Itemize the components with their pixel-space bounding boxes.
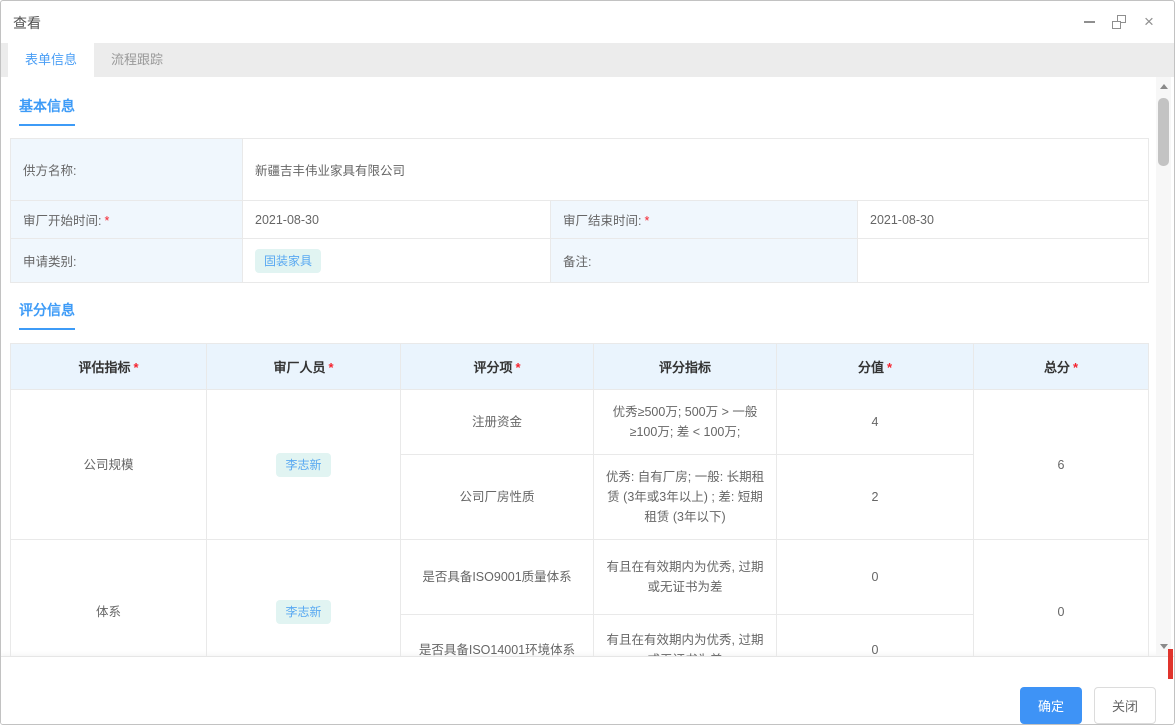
score-criteria-cell: 优秀≥500万; 500万 > 一般≥100万; 差 < 100万; [594, 390, 777, 455]
remark-value [858, 239, 1149, 283]
score-criteria-cell: 有且在有效期内为优秀, 过期或无证书为差 [594, 615, 777, 657]
auditor-tag: 李志新 [276, 453, 330, 477]
view-dialog: 查看 × 表单信息 流程跟踪 基本信息 供方名称: 新疆吉丰伟业家具有限公司 审… [0, 0, 1175, 725]
score-item-cell: 公司厂房性质 [401, 455, 594, 540]
score-value-cell: 4 [777, 390, 974, 455]
dialog-titlebar: 查看 × [1, 1, 1174, 43]
required-mark: * [104, 214, 109, 228]
tab-bar: 表单信息 流程跟踪 [1, 43, 1174, 77]
supplier-name-label: 供方名称: [11, 139, 243, 201]
dialog-title: 查看 [13, 13, 41, 33]
score-value-cell: 0 [777, 615, 974, 657]
dialog-footer: 确定 关闭 [1, 656, 1174, 725]
audit-start-value: 2021-08-30 [243, 201, 551, 239]
table-row: 体系 李志新 是否具备ISO9001质量体系 有且在有效期内为优秀, 过期或无证… [11, 540, 1149, 615]
auditor-cell: 李志新 [207, 390, 401, 540]
score-item-cell: 是否具备ISO14001环境体系 [401, 615, 594, 657]
restore-icon[interactable] [1112, 15, 1126, 29]
tab-process-tracking[interactable]: 流程跟踪 [94, 43, 180, 77]
total-score-cell: 0 [974, 540, 1149, 657]
remark-label: 备注: [551, 239, 858, 283]
eval-indicator-cell: 公司规模 [11, 390, 207, 540]
audit-end-label: 审厂结束时间:* [551, 201, 858, 239]
total-score-cell: 6 [974, 390, 1149, 540]
col-score-item: 评分项* [401, 344, 594, 390]
scoring-table: 评估指标* 审厂人员* 评分项* 评分指标 分值* 总分* 公司规模 李志新 注… [10, 343, 1149, 656]
table-row: 公司规模 李志新 注册资金 优秀≥500万; 500万 > 一般≥100万; 差… [11, 390, 1149, 455]
col-auditor: 审厂人员* [207, 344, 401, 390]
basic-info-table: 供方名称: 新疆吉丰伟业家具有限公司 审厂开始时间:* 2021-08-30 审… [10, 138, 1149, 283]
scoring-section-title: 评分信息 [19, 300, 75, 330]
auditor-tag: 李志新 [276, 600, 330, 624]
apply-category-label: 申请类别: [11, 239, 243, 283]
form-content: 基本信息 供方名称: 新疆吉丰伟业家具有限公司 审厂开始时间:* 2021-08… [1, 77, 1174, 656]
score-item-cell: 注册资金 [401, 390, 594, 455]
table-header-row: 评估指标* 审厂人员* 评分项* 评分指标 分值* 总分* [11, 344, 1149, 390]
table-row: 审厂开始时间:* 2021-08-30 审厂结束时间:* 2021-08-30 [11, 201, 1149, 239]
tab-form-info[interactable]: 表单信息 [8, 43, 94, 77]
scrollbar-red-indicator [1168, 649, 1173, 679]
score-criteria-cell: 有且在有效期内为优秀, 过期或无证书为差 [594, 540, 777, 615]
vertical-scrollbar[interactable] [1156, 77, 1171, 656]
required-mark: * [515, 360, 520, 375]
col-score-criteria: 评分指标 [594, 344, 777, 390]
table-row: 供方名称: 新疆吉丰伟业家具有限公司 [11, 139, 1149, 201]
audit-start-label: 审厂开始时间:* [11, 201, 243, 239]
col-eval-indicator: 评估指标* [11, 344, 207, 390]
score-criteria-cell: 优秀: 自有厂房; 一般: 长期租赁 (3年或3年以上) ; 差: 短期租赁 (… [594, 455, 777, 540]
audit-end-value: 2021-08-30 [858, 201, 1149, 239]
close-icon[interactable]: × [1142, 15, 1156, 29]
auditor-cell: 李志新 [207, 540, 401, 657]
score-value-cell: 0 [777, 540, 974, 615]
close-button[interactable]: 关闭 [1094, 687, 1156, 724]
table-row: 申请类别: 固装家具 备注: [11, 239, 1149, 283]
required-mark: * [133, 360, 138, 375]
col-total-score: 总分* [974, 344, 1149, 390]
supplier-name-value: 新疆吉丰伟业家具有限公司 [243, 139, 1149, 201]
apply-category-cell: 固装家具 [243, 239, 551, 283]
scroll-up-icon[interactable] [1156, 79, 1171, 94]
required-mark: * [644, 214, 649, 228]
minimize-icon[interactable] [1082, 15, 1096, 29]
confirm-button[interactable]: 确定 [1020, 687, 1082, 724]
required-mark: * [1073, 360, 1078, 375]
window-controls: × [1082, 15, 1156, 29]
col-score-value: 分值* [777, 344, 974, 390]
required-mark: * [328, 360, 333, 375]
category-tag: 固装家具 [255, 249, 321, 273]
basic-info-section-title: 基本信息 [19, 96, 75, 126]
required-mark: * [887, 360, 892, 375]
eval-indicator-cell: 体系 [11, 540, 207, 657]
scrollbar-thumb[interactable] [1158, 98, 1169, 166]
score-value-cell: 2 [777, 455, 974, 540]
score-item-cell: 是否具备ISO9001质量体系 [401, 540, 594, 615]
